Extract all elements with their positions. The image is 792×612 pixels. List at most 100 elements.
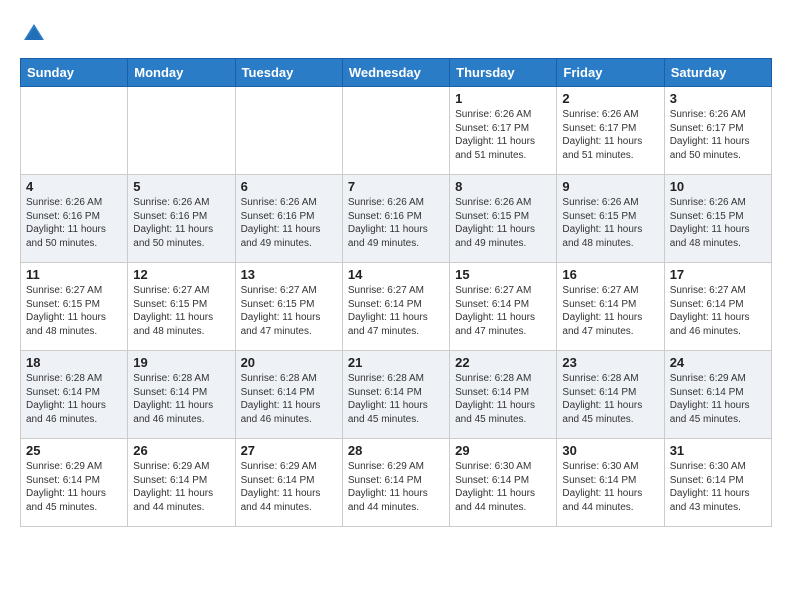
- week-row-3: 11 Sunrise: 6:27 AM Sunset: 6:15 PM Dayli…: [21, 263, 772, 351]
- calendar-cell: 14 Sunrise: 6:27 AM Sunset: 6:14 PM Dayli…: [342, 263, 449, 351]
- day-number: 11: [26, 267, 122, 282]
- day-info: Sunrise: 6:26 AM Sunset: 6:16 PM Dayligh…: [133, 196, 229, 250]
- day-number: 8: [455, 179, 551, 194]
- header-day-friday: Friday: [557, 59, 664, 87]
- day-number: 12: [133, 267, 229, 282]
- day-info: Sunrise: 6:27 AM Sunset: 6:14 PM Dayligh…: [455, 284, 551, 338]
- calendar-table: SundayMondayTuesdayWednesdayThursdayFrid…: [20, 58, 772, 527]
- calendar-cell: 26 Sunrise: 6:29 AM Sunset: 6:14 PM Dayli…: [128, 439, 235, 527]
- day-number: 19: [133, 355, 229, 370]
- day-number: 4: [26, 179, 122, 194]
- calendar-cell: 15 Sunrise: 6:27 AM Sunset: 6:14 PM Dayli…: [450, 263, 557, 351]
- day-info: Sunrise: 6:29 AM Sunset: 6:14 PM Dayligh…: [670, 372, 766, 426]
- page-header: [20, 20, 772, 48]
- day-info: Sunrise: 6:28 AM Sunset: 6:14 PM Dayligh…: [26, 372, 122, 426]
- day-number: 25: [26, 443, 122, 458]
- day-number: 31: [670, 443, 766, 458]
- logo: [20, 20, 52, 48]
- day-info: Sunrise: 6:26 AM Sunset: 6:16 PM Dayligh…: [26, 196, 122, 250]
- calendar-cell: 27 Sunrise: 6:29 AM Sunset: 6:14 PM Dayli…: [235, 439, 342, 527]
- day-number: 17: [670, 267, 766, 282]
- calendar-cell: 16 Sunrise: 6:27 AM Sunset: 6:14 PM Dayli…: [557, 263, 664, 351]
- day-number: 22: [455, 355, 551, 370]
- day-number: 24: [670, 355, 766, 370]
- calendar-cell: 8 Sunrise: 6:26 AM Sunset: 6:15 PM Daylig…: [450, 175, 557, 263]
- day-info: Sunrise: 6:28 AM Sunset: 6:14 PM Dayligh…: [562, 372, 658, 426]
- calendar-cell: 23Sunrise: 6:28 AM Sunset: 6:14 PM Dayli…: [557, 351, 664, 439]
- day-info: Sunrise: 6:28 AM Sunset: 6:14 PM Dayligh…: [348, 372, 444, 426]
- header-day-sunday: Sunday: [21, 59, 128, 87]
- day-number: 20: [241, 355, 337, 370]
- day-number: 6: [241, 179, 337, 194]
- calendar-cell: 20Sunrise: 6:28 AM Sunset: 6:14 PM Dayli…: [235, 351, 342, 439]
- day-info: Sunrise: 6:26 AM Sunset: 6:16 PM Dayligh…: [348, 196, 444, 250]
- day-number: 16: [562, 267, 658, 282]
- day-info: Sunrise: 6:26 AM Sunset: 6:17 PM Dayligh…: [455, 108, 551, 162]
- week-row-2: 4 Sunrise: 6:26 AM Sunset: 6:16 PM Daylig…: [21, 175, 772, 263]
- day-number: 5: [133, 179, 229, 194]
- calendar-cell: [21, 87, 128, 175]
- week-row-1: 1Sunrise: 6:26 AM Sunset: 6:17 PM Daylig…: [21, 87, 772, 175]
- calendar-cell: 17 Sunrise: 6:27 AM Sunset: 6:14 PM Dayli…: [664, 263, 771, 351]
- day-info: Sunrise: 6:26 AM Sunset: 6:15 PM Dayligh…: [455, 196, 551, 250]
- day-number: 15: [455, 267, 551, 282]
- calendar-cell: 13 Sunrise: 6:27 AM Sunset: 6:15 PM Dayli…: [235, 263, 342, 351]
- calendar-cell: 12 Sunrise: 6:27 AM Sunset: 6:15 PM Dayli…: [128, 263, 235, 351]
- calendar-cell: 30 Sunrise: 6:30 AM Sunset: 6:14 PM Dayli…: [557, 439, 664, 527]
- day-number: 30: [562, 443, 658, 458]
- day-number: 13: [241, 267, 337, 282]
- calendar-cell: [235, 87, 342, 175]
- day-info: Sunrise: 6:27 AM Sunset: 6:14 PM Dayligh…: [348, 284, 444, 338]
- calendar-cell: 29 Sunrise: 6:30 AM Sunset: 6:14 PM Dayli…: [450, 439, 557, 527]
- calendar-cell: 19 Sunrise: 6:28 AM Sunset: 6:14 PM Dayli…: [128, 351, 235, 439]
- calendar-cell: 25 Sunrise: 6:29 AM Sunset: 6:14 PM Dayli…: [21, 439, 128, 527]
- calendar-cell: 1Sunrise: 6:26 AM Sunset: 6:17 PM Daylig…: [450, 87, 557, 175]
- day-number: 28: [348, 443, 444, 458]
- logo-icon: [20, 20, 48, 48]
- header-day-thursday: Thursday: [450, 59, 557, 87]
- calendar-cell: 18 Sunrise: 6:28 AM Sunset: 6:14 PM Dayli…: [21, 351, 128, 439]
- day-number: 27: [241, 443, 337, 458]
- day-number: 26: [133, 443, 229, 458]
- day-info: Sunrise: 6:26 AM Sunset: 6:16 PM Dayligh…: [241, 196, 337, 250]
- day-info: Sunrise: 6:30 AM Sunset: 6:14 PM Dayligh…: [562, 460, 658, 514]
- week-row-5: 25 Sunrise: 6:29 AM Sunset: 6:14 PM Dayli…: [21, 439, 772, 527]
- calendar-cell: 2 Sunrise: 6:26 AM Sunset: 6:17 PM Daylig…: [557, 87, 664, 175]
- day-info: Sunrise: 6:26 AM Sunset: 6:17 PM Dayligh…: [562, 108, 658, 162]
- calendar-cell: 21Sunrise: 6:28 AM Sunset: 6:14 PM Dayli…: [342, 351, 449, 439]
- day-info: Sunrise: 6:29 AM Sunset: 6:14 PM Dayligh…: [133, 460, 229, 514]
- day-info: Sunrise: 6:27 AM Sunset: 6:14 PM Dayligh…: [670, 284, 766, 338]
- calendar-cell: [342, 87, 449, 175]
- calendar-cell: 10Sunrise: 6:26 AM Sunset: 6:15 PM Dayli…: [664, 175, 771, 263]
- day-number: 18: [26, 355, 122, 370]
- day-info: Sunrise: 6:27 AM Sunset: 6:14 PM Dayligh…: [562, 284, 658, 338]
- day-info: Sunrise: 6:30 AM Sunset: 6:14 PM Dayligh…: [670, 460, 766, 514]
- day-info: Sunrise: 6:29 AM Sunset: 6:14 PM Dayligh…: [26, 460, 122, 514]
- day-info: Sunrise: 6:27 AM Sunset: 6:15 PM Dayligh…: [241, 284, 337, 338]
- day-number: 14: [348, 267, 444, 282]
- header-day-saturday: Saturday: [664, 59, 771, 87]
- day-number: 2: [562, 91, 658, 106]
- day-info: Sunrise: 6:26 AM Sunset: 6:15 PM Dayligh…: [562, 196, 658, 250]
- day-info: Sunrise: 6:27 AM Sunset: 6:15 PM Dayligh…: [133, 284, 229, 338]
- calendar-cell: 5 Sunrise: 6:26 AM Sunset: 6:16 PM Daylig…: [128, 175, 235, 263]
- calendar-cell: 9Sunrise: 6:26 AM Sunset: 6:15 PM Daylig…: [557, 175, 664, 263]
- day-info: Sunrise: 6:29 AM Sunset: 6:14 PM Dayligh…: [241, 460, 337, 514]
- day-number: 3: [670, 91, 766, 106]
- day-number: 7: [348, 179, 444, 194]
- header-day-wednesday: Wednesday: [342, 59, 449, 87]
- calendar-cell: 11Sunrise: 6:27 AM Sunset: 6:15 PM Dayli…: [21, 263, 128, 351]
- header-row: SundayMondayTuesdayWednesdayThursdayFrid…: [21, 59, 772, 87]
- calendar-cell: 28Sunrise: 6:29 AM Sunset: 6:14 PM Dayli…: [342, 439, 449, 527]
- day-number: 29: [455, 443, 551, 458]
- day-info: Sunrise: 6:30 AM Sunset: 6:14 PM Dayligh…: [455, 460, 551, 514]
- calendar-cell: 3Sunrise: 6:26 AM Sunset: 6:17 PM Daylig…: [664, 87, 771, 175]
- day-info: Sunrise: 6:28 AM Sunset: 6:14 PM Dayligh…: [455, 372, 551, 426]
- day-info: Sunrise: 6:26 AM Sunset: 6:15 PM Dayligh…: [670, 196, 766, 250]
- calendar-cell: [128, 87, 235, 175]
- header-day-tuesday: Tuesday: [235, 59, 342, 87]
- day-info: Sunrise: 6:28 AM Sunset: 6:14 PM Dayligh…: [133, 372, 229, 426]
- calendar-cell: 7 Sunrise: 6:26 AM Sunset: 6:16 PM Daylig…: [342, 175, 449, 263]
- calendar-cell: 4 Sunrise: 6:26 AM Sunset: 6:16 PM Daylig…: [21, 175, 128, 263]
- calendar-cell: 22 Sunrise: 6:28 AM Sunset: 6:14 PM Dayli…: [450, 351, 557, 439]
